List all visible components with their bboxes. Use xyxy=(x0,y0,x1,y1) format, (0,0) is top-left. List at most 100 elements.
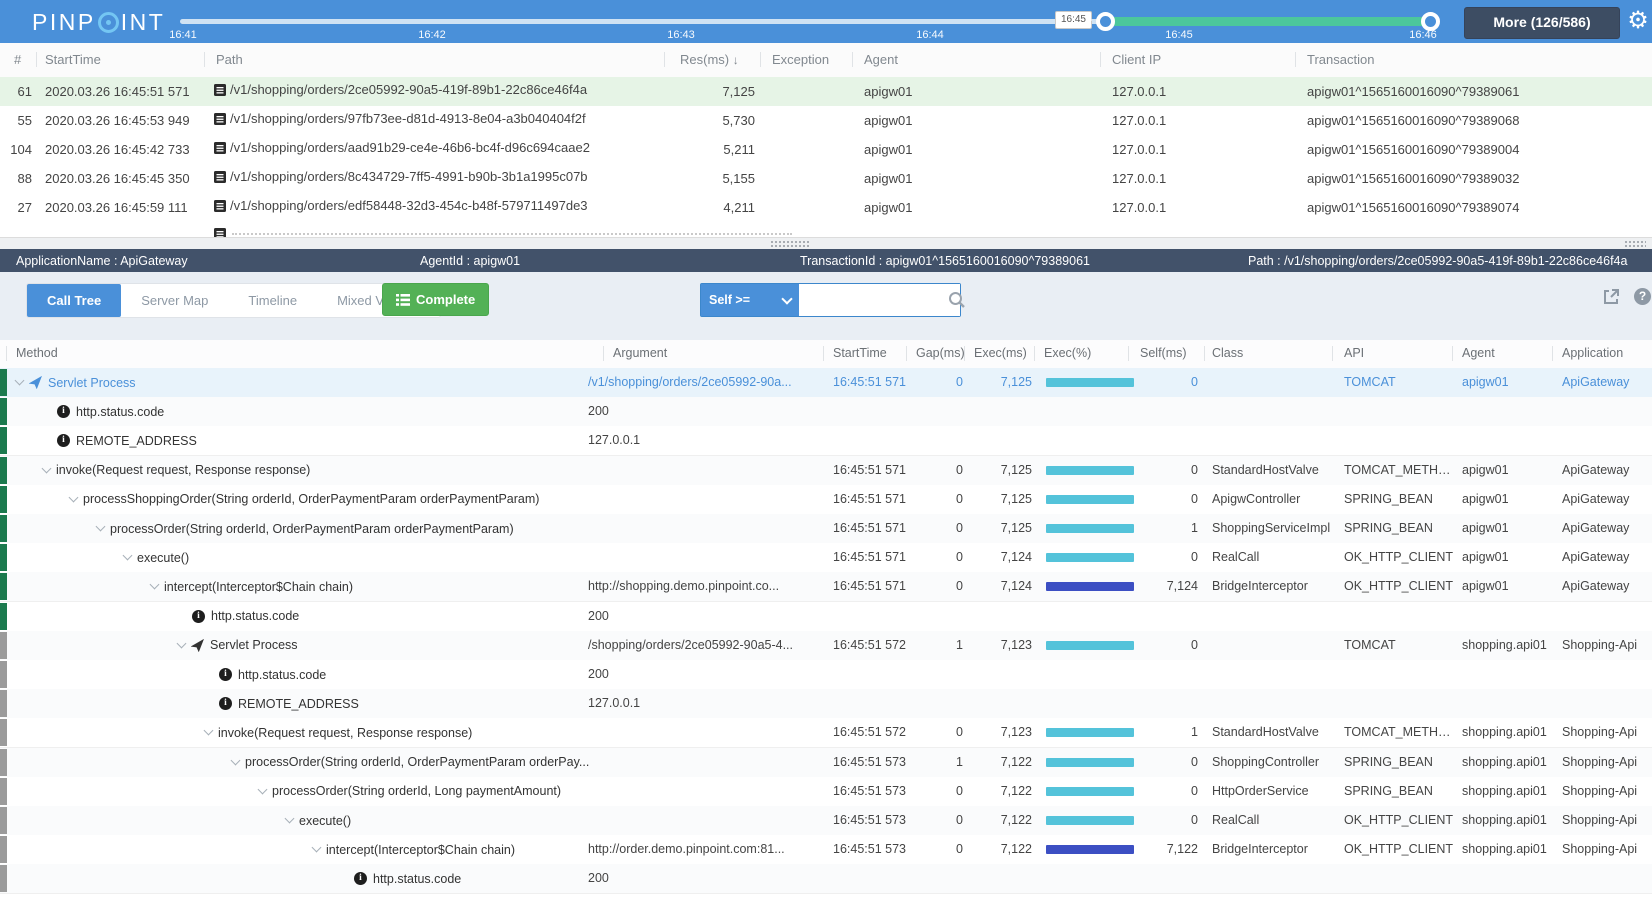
column-separator xyxy=(6,346,7,361)
settings-gear-icon[interactable]: ⚙ xyxy=(1625,6,1651,36)
tree-column-api[interactable]: API xyxy=(1344,346,1364,360)
class-cell: RealCall xyxy=(1212,813,1337,827)
call-tree-row[interactable]: invoke(Request request, Response respons… xyxy=(0,456,1652,486)
tx-column-res-ms-[interactable]: Res(ms) ↓ xyxy=(680,52,739,67)
agent-cell: apigw01 xyxy=(1462,375,1557,389)
help-icon[interactable]: ? xyxy=(1634,288,1651,305)
argument-cell: 200 xyxy=(588,871,818,885)
gap-ms-cell: 0 xyxy=(923,842,963,856)
chevron-collapse-icon[interactable] xyxy=(42,463,52,473)
tree-column-starttime[interactable]: StartTime xyxy=(833,346,887,360)
api-cell: SPRING_BEAN xyxy=(1344,492,1456,506)
resize-grip-icon[interactable] xyxy=(770,240,810,249)
tx-response-ms: 7,125 xyxy=(655,84,755,99)
chevron-collapse-icon[interactable] xyxy=(96,522,106,532)
more-button[interactable]: More (126/586) xyxy=(1464,7,1620,39)
tree-column-class[interactable]: Class xyxy=(1212,346,1243,360)
call-tree-row[interactable]: execute() 16:45:51 573 0 7,122 0 RealCal… xyxy=(0,806,1652,836)
tree-column-agent[interactable]: Agent xyxy=(1462,346,1495,360)
tx-column-agent[interactable]: Agent xyxy=(864,52,898,67)
exec-percent-bar xyxy=(1046,758,1134,767)
method-label: processShoppingOrder(String orderId, Ord… xyxy=(83,492,539,506)
transactions-table-header: # StartTime Path Res(ms) ↓ Exception Agent Cli… xyxy=(0,43,1652,78)
call-tree-row[interactable]: processOrder(String orderId, OrderPaymen… xyxy=(0,748,1652,778)
chevron-collapse-icon[interactable] xyxy=(231,755,241,765)
transaction-row[interactable]: 27 2020.03.26 16:45:59 111 /v1/shopping/… xyxy=(0,193,1652,223)
agent-cell: apigw01 xyxy=(1462,521,1557,535)
tree-column-gap-ms-[interactable]: Gap(ms) xyxy=(916,346,965,360)
tx-response-ms: 4,211 xyxy=(655,200,755,215)
column-separator xyxy=(1128,346,1129,361)
tree-column-exec-ms-[interactable]: Exec(ms) xyxy=(974,346,1027,360)
tree-column-application[interactable]: Application xyxy=(1562,346,1623,360)
application-cell: ApiGateway xyxy=(1562,463,1648,477)
call-tree-row[interactable]: ihttp.status.code 200 xyxy=(0,864,1652,894)
timeline-tick-label: 16:42 xyxy=(418,29,446,41)
gap-ms-cell: 0 xyxy=(923,579,963,593)
method-cell: execute() xyxy=(0,806,861,835)
tx-column-path[interactable]: Path xyxy=(216,52,243,67)
call-tree-row[interactable]: Servlet Process /v1/shopping/orders/2ce0… xyxy=(0,368,1652,398)
method-label: REMOTE_ADDRESS xyxy=(76,434,197,448)
call-tree-row[interactable]: iREMOTE_ADDRESS 127.0.0.1 xyxy=(0,689,1652,719)
chevron-collapse-icon[interactable] xyxy=(312,843,322,853)
chevron-collapse-icon[interactable] xyxy=(204,726,214,736)
open-in-new-icon[interactable] xyxy=(1602,288,1620,306)
complete-button[interactable]: Complete xyxy=(382,283,489,316)
complete-label: Complete xyxy=(416,292,475,307)
timeline-selected-range[interactable] xyxy=(1105,17,1430,26)
chevron-collapse-icon[interactable] xyxy=(150,580,160,590)
tree-column-exec-[interactable]: Exec(%) xyxy=(1044,346,1091,360)
chevron-collapse-icon[interactable] xyxy=(285,814,295,824)
transaction-row[interactable]: 104 2020.03.26 16:45:42 733 /v1/shopping… xyxy=(0,135,1652,165)
method-cell: Servlet Process xyxy=(0,368,591,397)
tx-column-starttime[interactable]: StartTime xyxy=(45,52,101,67)
search-input[interactable] xyxy=(799,284,960,316)
chevron-collapse-icon[interactable] xyxy=(258,784,268,794)
call-tree-row[interactable]: iREMOTE_ADDRESS 127.0.0.1 xyxy=(0,426,1652,456)
resize-grip-right-icon[interactable] xyxy=(1624,240,1646,249)
tx-transaction-id: apigw01^1565160016090^79389068 xyxy=(1307,113,1519,128)
call-tree-row[interactable]: ihttp.status.code 200 xyxy=(0,602,1652,632)
api-cell: TOMCAT xyxy=(1344,375,1456,389)
call-tree-row[interactable]: Servlet Process /shopping/orders/2ce0599… xyxy=(0,631,1652,661)
tree-column-method[interactable]: Method xyxy=(16,346,58,360)
tx-response-ms: 5,211 xyxy=(655,142,755,157)
transaction-row[interactable]: 88 2020.03.26 16:45:45 350 /v1/shopping/… xyxy=(0,164,1652,194)
call-tree-row[interactable]: intercept(Interceptor$Chain chain) http:… xyxy=(0,835,1652,865)
call-tree-search: Self >= xyxy=(700,283,961,317)
transaction-row[interactable]: 55 2020.03.26 16:45:53 949 /v1/shopping/… xyxy=(0,106,1652,136)
tab-server-map[interactable]: Server Map xyxy=(121,284,228,317)
info-transaction-id: TransactionId : apigw01^1565160016090^79… xyxy=(800,254,1090,268)
search-icon[interactable] xyxy=(948,291,966,309)
filter-type-dropdown[interactable]: Self >= xyxy=(701,284,799,316)
call-tree-row[interactable]: ihttp.status.code 200 xyxy=(0,660,1652,690)
call-tree-row[interactable]: processShoppingOrder(String orderId, Ord… xyxy=(0,485,1652,515)
call-tree-row[interactable]: intercept(Interceptor$Chain chain) http:… xyxy=(0,572,1652,602)
tree-column-argument[interactable]: Argument xyxy=(613,346,667,360)
tx-column-exception[interactable]: Exception xyxy=(772,52,829,67)
agent-cell: shopping.api01 xyxy=(1462,725,1557,739)
transaction-row[interactable]: 61 2020.03.26 16:45:51 571 /v1/shopping/… xyxy=(0,77,1652,107)
chevron-collapse-icon[interactable] xyxy=(15,376,25,386)
chevron-collapse-icon[interactable] xyxy=(69,492,79,502)
call-tree-row[interactable]: execute() 16:45:51 571 0 7,124 0 RealCal… xyxy=(0,543,1652,573)
tx-column--[interactable]: # xyxy=(14,52,21,67)
call-tree-row[interactable]: ihttp.status.code 200 xyxy=(0,397,1652,427)
self-ms-cell: 7,122 xyxy=(1138,842,1198,856)
call-tree-row[interactable]: invoke(Request request, Response respons… xyxy=(0,718,1652,748)
tree-column-self-ms-[interactable]: Self(ms) xyxy=(1140,346,1187,360)
chevron-collapse-icon[interactable] xyxy=(123,551,133,561)
chevron-collapse-icon[interactable] xyxy=(177,638,187,648)
tab-timeline[interactable]: Timeline xyxy=(228,284,317,317)
timeline-left-handle[interactable] xyxy=(1096,12,1115,31)
method-label: http.status.code xyxy=(373,872,461,886)
tab-call-tree[interactable]: Call Tree xyxy=(27,284,121,317)
tx-index: 88 xyxy=(6,171,32,186)
exec-ms-cell: 7,122 xyxy=(972,813,1032,827)
call-tree-row[interactable]: processOrder(String orderId, OrderPaymen… xyxy=(0,514,1652,544)
tx-column-client-ip[interactable]: Client IP xyxy=(1112,52,1161,67)
tx-column-transaction[interactable]: Transaction xyxy=(1307,52,1374,67)
call-tree-row[interactable]: processOrder(String orderId, Long paymen… xyxy=(0,777,1652,807)
method-label: intercept(Interceptor$Chain chain) xyxy=(164,580,353,594)
